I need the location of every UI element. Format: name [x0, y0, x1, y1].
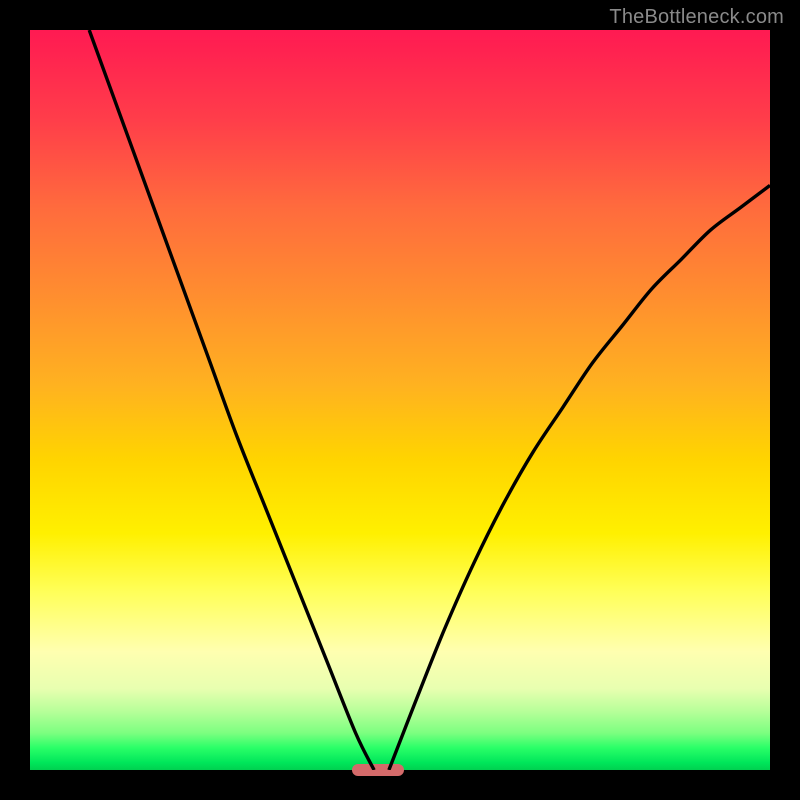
plot-area — [30, 30, 770, 770]
watermark-text: TheBottleneck.com — [609, 6, 784, 29]
chart-frame: TheBottleneck.com — [0, 0, 800, 800]
bottleneck-marker — [352, 764, 404, 776]
